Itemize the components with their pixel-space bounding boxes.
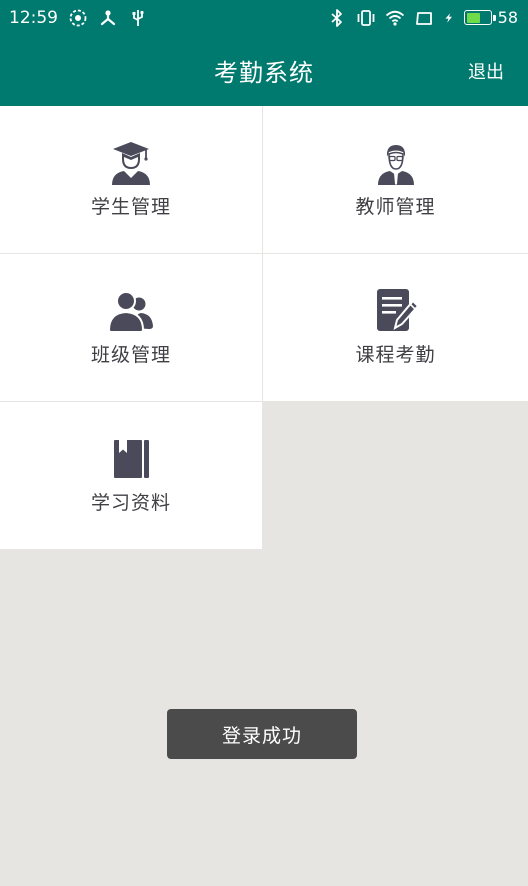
logout-button[interactable]: 退出 <box>468 35 504 106</box>
status-right-icons: 58 <box>327 8 518 28</box>
login-success-toast: 登录成功 <box>167 709 357 759</box>
menu-item-teacher-management[interactable]: 教师管理 <box>263 106 528 253</box>
wifi-icon <box>386 10 405 26</box>
usb-tree-icon <box>100 9 116 25</box>
status-bar: 12:59 58 <box>0 0 528 35</box>
screen-icon <box>416 11 433 25</box>
menu-item-label: 学习资料 <box>90 492 171 514</box>
menu-item-label: 教师管理 <box>355 196 436 218</box>
student-graduate-icon <box>112 142 150 185</box>
menu-item-study-materials[interactable]: 学习资料 <box>0 402 262 549</box>
charging-icon <box>445 12 453 23</box>
bluetooth-icon <box>331 8 343 27</box>
course-attendance-icon <box>376 289 419 331</box>
battery-fill <box>466 12 480 23</box>
menu-item-course-attendance[interactable]: 课程考勤 <box>263 254 528 401</box>
battery-percent: 58 <box>497 8 518 27</box>
menu-item-label: 学生管理 <box>90 196 171 218</box>
menu-item-label: 课程考勤 <box>355 344 436 366</box>
status-left-icons <box>68 8 148 28</box>
battery-outline <box>464 10 493 25</box>
usb-icon <box>132 9 144 26</box>
study-material-book-icon <box>114 440 149 478</box>
class-group-icon <box>108 291 153 333</box>
menu-item-class-management[interactable]: 班级管理 <box>0 254 262 401</box>
battery-tip <box>493 14 496 21</box>
teacher-icon <box>377 145 414 185</box>
vibrate-icon <box>357 9 375 26</box>
menu-item-student-management[interactable]: 学生管理 <box>0 106 262 253</box>
battery-icon: 58 <box>464 8 518 27</box>
menu-item-label: 班级管理 <box>90 344 171 366</box>
app-bar: 考勤系统 退出 <box>0 35 528 106</box>
status-time: 12:59 <box>9 7 58 28</box>
sync-icon <box>69 9 87 26</box>
page-title: 考勤系统 <box>214 59 314 87</box>
